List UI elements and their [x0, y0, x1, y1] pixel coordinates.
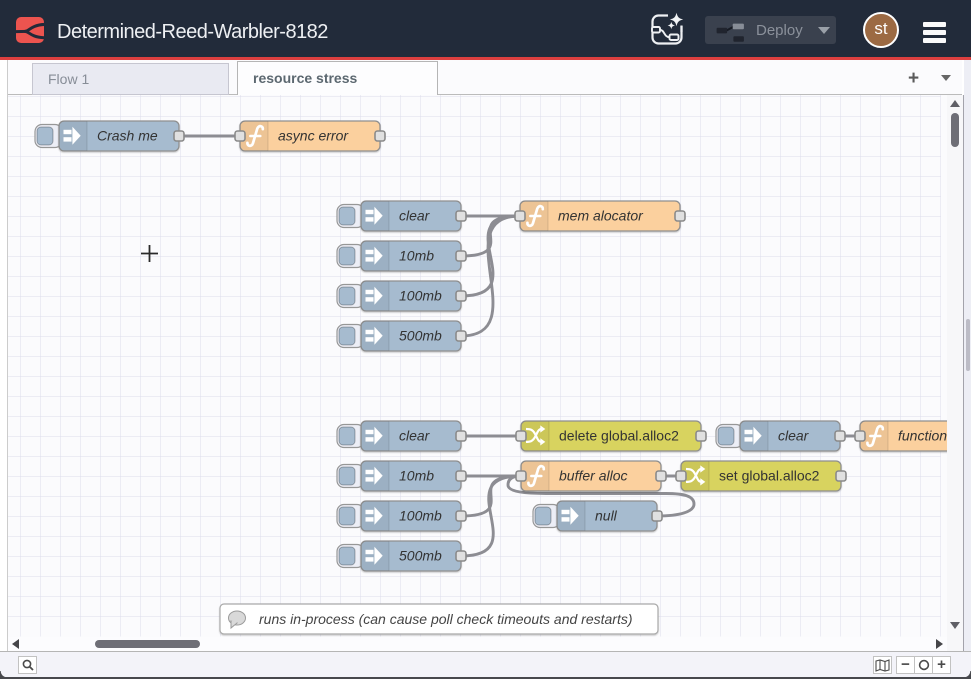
svg-text:clear: clear [399, 428, 431, 444]
svg-text:10mb: 10mb [399, 248, 434, 264]
svg-text:100mb: 100mb [399, 288, 442, 304]
svg-text:null: null [595, 508, 618, 524]
svg-text:set global.alloc2: set global.alloc2 [719, 468, 820, 484]
svg-text:100mb: 100mb [399, 508, 442, 524]
svg-text:500mb: 500mb [399, 328, 442, 344]
svg-text:buffer alloc: buffer alloc [559, 468, 627, 484]
svg-text:clear: clear [399, 208, 431, 224]
svg-text:Crash me: Crash me [97, 128, 158, 144]
svg-text:10mb: 10mb [399, 468, 434, 484]
svg-text:runs in-process (can cause pol: runs in-process (can cause poll check ti… [259, 611, 633, 627]
svg-text:delete global.alloc2: delete global.alloc2 [559, 428, 679, 444]
svg-text:function: function [898, 428, 947, 444]
svg-text:mem alocator: mem alocator [558, 208, 644, 224]
svg-text:clear: clear [778, 428, 810, 444]
svg-text:async error: async error [278, 128, 349, 144]
svg-text:500mb: 500mb [399, 548, 442, 564]
